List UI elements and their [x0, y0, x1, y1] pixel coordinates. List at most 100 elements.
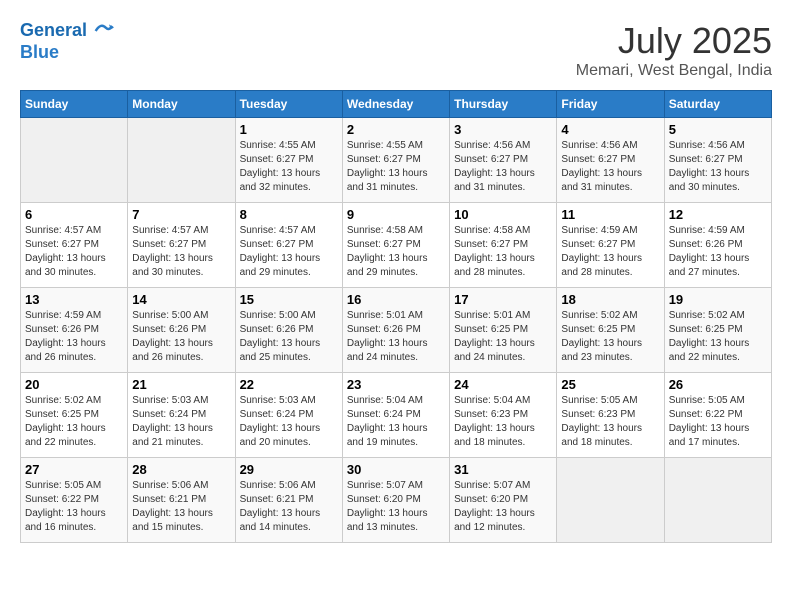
day-info: Sunrise: 4:58 AM Sunset: 6:27 PM Dayligh…: [347, 224, 445, 280]
day-info: Sunrise: 4:56 AM Sunset: 6:27 PM Dayligh…: [669, 139, 767, 195]
day-info: Sunrise: 4:59 AM Sunset: 6:26 PM Dayligh…: [25, 309, 123, 365]
day-number: 28: [132, 462, 230, 477]
calendar-cell: 22Sunrise: 5:03 AM Sunset: 6:24 PM Dayli…: [235, 373, 342, 458]
calendar-cell: 15 Sunrise: 5:00 AM Sunset: 6:26 PM Dayli…: [235, 288, 342, 373]
header-wednesday: Wednesday: [342, 91, 449, 118]
calendar-cell: 23 Sunrise: 5:04 AM Sunset: 6:24 PM Dayli…: [342, 373, 449, 458]
logo: General Blue: [20, 20, 114, 63]
day-info: Sunrise: 4:57 AM Sunset: 6:27 PM Dayligh…: [240, 224, 338, 280]
calendar-cell: 1 Sunrise: 4:55 AM Sunset: 6:27 PM Daylig…: [235, 118, 342, 203]
day-number: 11: [561, 207, 659, 222]
week-row-0: 1 Sunrise: 4:55 AM Sunset: 6:27 PM Daylig…: [21, 118, 772, 203]
header-monday: Monday: [128, 91, 235, 118]
day-number: 4: [561, 122, 659, 137]
day-info: Sunrise: 5:06 AM Sunset: 6:21 PM Dayligh…: [132, 479, 230, 535]
day-info: Sunrise: 5:01 AM Sunset: 6:25 PM Dayligh…: [454, 309, 552, 365]
day-info: Sunrise: 5:01 AM Sunset: 6:26 PM Dayligh…: [347, 309, 445, 365]
calendar-cell: 24 Sunrise: 5:04 AM Sunset: 6:23 PM Dayli…: [450, 373, 557, 458]
day-info: Sunrise: 5:04 AM Sunset: 6:23 PM Dayligh…: [454, 394, 552, 450]
calendar-cell: 7 Sunrise: 4:57 AM Sunset: 6:27 PM Daylig…: [128, 203, 235, 288]
calendar-cell: 28 Sunrise: 5:06 AM Sunset: 6:21 PM Dayli…: [128, 458, 235, 543]
day-info: Sunrise: 4:57 AM Sunset: 6:27 PM Dayligh…: [25, 224, 123, 280]
day-info: Sunrise: 5:05 AM Sunset: 6:23 PM Dayligh…: [561, 394, 659, 450]
day-info: Sunrise: 4:56 AM Sunset: 6:27 PM Dayligh…: [561, 139, 659, 195]
day-number: 14: [132, 292, 230, 307]
day-number: 23: [347, 377, 445, 392]
calendar-cell: 3Sunrise: 4:56 AM Sunset: 6:27 PM Daylig…: [450, 118, 557, 203]
week-row-2: 13 Sunrise: 4:59 AM Sunset: 6:26 PM Dayli…: [21, 288, 772, 373]
day-number: 7: [132, 207, 230, 222]
day-number: 5: [669, 122, 767, 137]
calendar-cell: [664, 458, 771, 543]
location: Memari, West Bengal, India: [576, 62, 772, 80]
day-number: 1: [240, 122, 338, 137]
day-number: 31: [454, 462, 552, 477]
day-info: Sunrise: 4:58 AM Sunset: 6:27 PM Dayligh…: [454, 224, 552, 280]
calendar-cell: 26 Sunrise: 5:05 AM Sunset: 6:22 PM Dayli…: [664, 373, 771, 458]
day-info: Sunrise: 5:02 AM Sunset: 6:25 PM Dayligh…: [25, 394, 123, 450]
day-number: 24: [454, 377, 552, 392]
calendar-cell: [128, 118, 235, 203]
calendar-cell: 5 Sunrise: 4:56 AM Sunset: 6:27 PM Daylig…: [664, 118, 771, 203]
calendar-cell: 25 Sunrise: 5:05 AM Sunset: 6:23 PM Dayli…: [557, 373, 664, 458]
header-friday: Friday: [557, 91, 664, 118]
calendar-cell: 12Sunrise: 4:59 AM Sunset: 6:26 PM Dayli…: [664, 203, 771, 288]
month-title: July 2025: [576, 20, 772, 62]
day-number: 27: [25, 462, 123, 477]
calendar-table: Sunday Monday Tuesday Wednesday Thursday…: [20, 90, 772, 543]
day-info: Sunrise: 5:04 AM Sunset: 6:24 PM Dayligh…: [347, 394, 445, 450]
day-number: 18: [561, 292, 659, 307]
day-number: 19: [669, 292, 767, 307]
header-tuesday: Tuesday: [235, 91, 342, 118]
day-info: Sunrise: 4:59 AM Sunset: 6:27 PM Dayligh…: [561, 224, 659, 280]
calendar-cell: 2Sunrise: 4:55 AM Sunset: 6:27 PM Daylig…: [342, 118, 449, 203]
calendar-cell: 17Sunrise: 5:01 AM Sunset: 6:25 PM Dayli…: [450, 288, 557, 373]
calendar-cell: 30 Sunrise: 5:07 AM Sunset: 6:20 PM Dayli…: [342, 458, 449, 543]
calendar-cell: 9 Sunrise: 4:58 AM Sunset: 6:27 PM Daylig…: [342, 203, 449, 288]
calendar-cell: 29 Sunrise: 5:06 AM Sunset: 6:21 PM Dayli…: [235, 458, 342, 543]
header-sunday: Sunday: [21, 91, 128, 118]
calendar-cell: 21Sunrise: 5:03 AM Sunset: 6:24 PM Dayli…: [128, 373, 235, 458]
day-number: 25: [561, 377, 659, 392]
calendar-cell: 6Sunrise: 4:57 AM Sunset: 6:27 PM Daylig…: [21, 203, 128, 288]
day-number: 29: [240, 462, 338, 477]
day-info: Sunrise: 5:05 AM Sunset: 6:22 PM Dayligh…: [669, 394, 767, 450]
calendar-cell: [557, 458, 664, 543]
day-number: 9: [347, 207, 445, 222]
calendar-cell: 10 Sunrise: 4:58 AM Sunset: 6:27 PM Dayli…: [450, 203, 557, 288]
day-info: Sunrise: 5:06 AM Sunset: 6:21 PM Dayligh…: [240, 479, 338, 535]
day-info: Sunrise: 5:03 AM Sunset: 6:24 PM Dayligh…: [240, 394, 338, 450]
calendar-header: Sunday Monday Tuesday Wednesday Thursday…: [21, 91, 772, 118]
day-info: Sunrise: 5:00 AM Sunset: 6:26 PM Dayligh…: [132, 309, 230, 365]
day-number: 20: [25, 377, 123, 392]
day-info: Sunrise: 5:02 AM Sunset: 6:25 PM Dayligh…: [561, 309, 659, 365]
logo-blue: Blue: [20, 42, 114, 64]
calendar-cell: 11 Sunrise: 4:59 AM Sunset: 6:27 PM Dayli…: [557, 203, 664, 288]
day-info: Sunrise: 5:05 AM Sunset: 6:22 PM Dayligh…: [25, 479, 123, 535]
day-info: Sunrise: 5:02 AM Sunset: 6:25 PM Dayligh…: [669, 309, 767, 365]
day-info: Sunrise: 5:07 AM Sunset: 6:20 PM Dayligh…: [454, 479, 552, 535]
day-info: Sunrise: 5:03 AM Sunset: 6:24 PM Dayligh…: [132, 394, 230, 450]
page-header: General Blue July 2025 Memari, West Beng…: [20, 20, 772, 80]
calendar-cell: 4 Sunrise: 4:56 AM Sunset: 6:27 PM Daylig…: [557, 118, 664, 203]
calendar-cell: 13 Sunrise: 4:59 AM Sunset: 6:26 PM Dayli…: [21, 288, 128, 373]
day-info: Sunrise: 4:56 AM Sunset: 6:27 PM Dayligh…: [454, 139, 552, 195]
logo-text: General: [20, 20, 114, 42]
day-number: 26: [669, 377, 767, 392]
day-info: Sunrise: 4:57 AM Sunset: 6:27 PM Dayligh…: [132, 224, 230, 280]
day-info: Sunrise: 5:00 AM Sunset: 6:26 PM Dayligh…: [240, 309, 338, 365]
day-number: 10: [454, 207, 552, 222]
calendar-body: 1 Sunrise: 4:55 AM Sunset: 6:27 PM Daylig…: [21, 118, 772, 543]
week-row-4: 27 Sunrise: 5:05 AM Sunset: 6:22 PM Dayli…: [21, 458, 772, 543]
calendar-cell: 18 Sunrise: 5:02 AM Sunset: 6:25 PM Dayli…: [557, 288, 664, 373]
day-number: 12: [669, 207, 767, 222]
logo-icon: [94, 21, 114, 41]
day-info: Sunrise: 4:55 AM Sunset: 6:27 PM Dayligh…: [240, 139, 338, 195]
day-info: Sunrise: 5:07 AM Sunset: 6:20 PM Dayligh…: [347, 479, 445, 535]
day-number: 30: [347, 462, 445, 477]
day-number: 15: [240, 292, 338, 307]
calendar-cell: 8Sunrise: 4:57 AM Sunset: 6:27 PM Daylig…: [235, 203, 342, 288]
day-number: 2: [347, 122, 445, 137]
day-number: 16: [347, 292, 445, 307]
day-number: 13: [25, 292, 123, 307]
